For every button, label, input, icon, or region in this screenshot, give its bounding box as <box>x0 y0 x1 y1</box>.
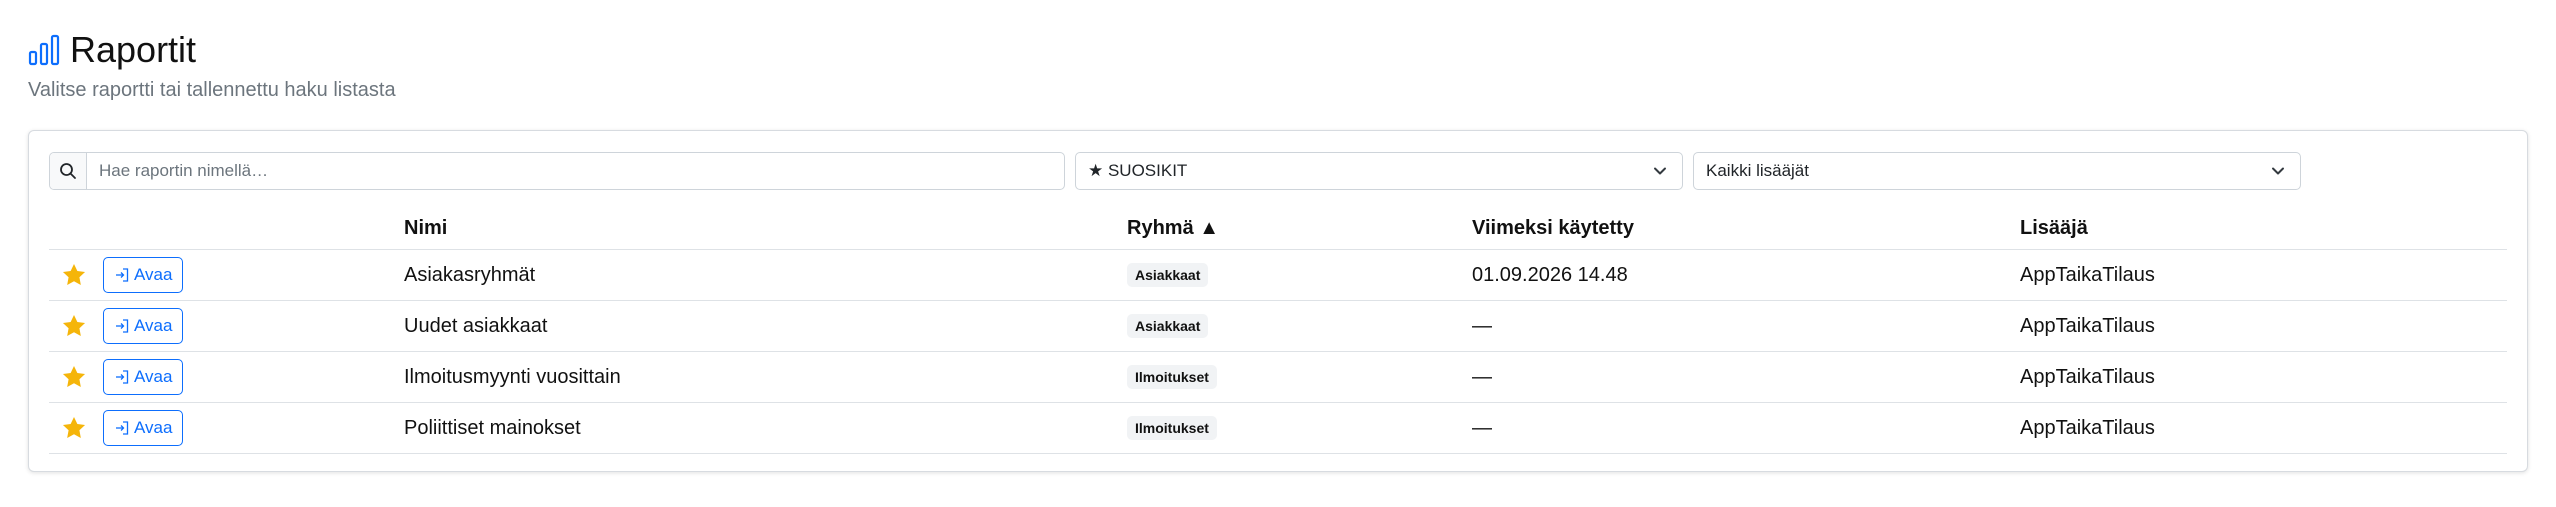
last-used: — <box>1472 365 1492 388</box>
report-name: Asiakasryhmät <box>404 263 536 286</box>
adder-select[interactable]: Kaikki lisääjät <box>1693 152 2301 190</box>
report-name: Ilmoitusmyynti vuosittain <box>404 365 621 388</box>
report-name: Poliittiset mainokset <box>404 416 581 439</box>
column-header-group[interactable]: Ryhmä ▲ <box>1127 217 1472 240</box>
page-subtitle: Valitse raportti tai tallennettu haku li… <box>28 79 396 101</box>
column-header-adder[interactable]: Lisääjä <box>2020 217 2507 240</box>
favorites-select-value: ★ SUOSIKIT <box>1088 161 1188 180</box>
open-button[interactable]: Avaa <box>103 359 184 395</box>
table-header: Nimi Ryhmä ▲ Viimeksi käytetty Lisääjä <box>49 207 2507 250</box>
open-button[interactable]: Avaa <box>103 257 184 293</box>
group-badge: Ilmoitukset <box>1127 416 1217 440</box>
chevron-down-icon <box>1654 167 1666 175</box>
group-cell: Ilmoitukset <box>1127 416 1472 440</box>
table-row: Avaa Asiakasryhmät Asiakkaat 01.09.2026 … <box>49 250 2507 301</box>
star-icon[interactable] <box>61 364 87 390</box>
group-badge: Asiakkaat <box>1127 263 1209 287</box>
sign-in-icon <box>116 421 129 435</box>
row-actions: Avaa <box>49 308 404 344</box>
open-button-label: Avaa <box>134 418 173 437</box>
search-icon-container <box>50 153 87 189</box>
sign-in-icon <box>116 370 129 384</box>
star-icon[interactable] <box>61 415 87 441</box>
star-icon[interactable] <box>61 262 87 288</box>
table-row: Avaa Poliittiset mainokset Ilmoitukset —… <box>49 403 2507 454</box>
row-actions: Avaa <box>49 359 404 395</box>
adder: AppTaikaTilaus <box>2020 263 2155 286</box>
adder: AppTaikaTilaus <box>2020 365 2155 388</box>
reports-table: Nimi Ryhmä ▲ Viimeksi käytetty Lisääjä A… <box>49 207 2507 454</box>
reports-card: ★ SUOSIKIT Kaikki lisääjät Nimi Ryhmä ▲ … <box>28 130 2528 472</box>
page-header: Raportit Valitse raportti tai tallennett… <box>28 28 396 102</box>
open-button-label: Avaa <box>134 265 173 284</box>
last-used: 01.09.2026 14.48 <box>1472 263 1628 286</box>
sign-in-icon <box>116 319 129 333</box>
adder-select-value: Kaikki lisääjät <box>1706 161 1809 180</box>
column-header-last-used[interactable]: Viimeksi käytetty <box>1472 217 2020 240</box>
search-box <box>49 152 1065 190</box>
filter-bar: ★ SUOSIKIT Kaikki lisääjät <box>49 152 2301 190</box>
search-input[interactable] <box>87 154 1064 188</box>
sign-in-icon <box>116 268 129 282</box>
row-actions: Avaa <box>49 257 404 293</box>
adder: AppTaikaTilaus <box>2020 314 2155 337</box>
last-used: — <box>1472 314 1492 337</box>
open-button-label: Avaa <box>134 367 173 386</box>
favorites-select[interactable]: ★ SUOSIKIT <box>1075 152 1683 190</box>
last-used: — <box>1472 416 1492 439</box>
group-badge: Ilmoitukset <box>1127 365 1217 389</box>
table-row: Avaa Ilmoitusmyynti vuosittain Ilmoituks… <box>49 352 2507 403</box>
star-icon[interactable] <box>61 313 87 339</box>
group-cell: Ilmoitukset <box>1127 365 1472 389</box>
report-name: Uudet asiakkaat <box>404 314 548 337</box>
group-badge: Asiakkaat <box>1127 314 1209 338</box>
open-button-label: Avaa <box>134 316 173 335</box>
search-icon <box>60 163 76 179</box>
open-button[interactable]: Avaa <box>103 308 184 344</box>
adder: AppTaikaTilaus <box>2020 416 2155 439</box>
bar-chart-icon <box>28 34 60 66</box>
title-row: Raportit <box>28 28 396 72</box>
page-title: Raportit <box>70 29 197 70</box>
chevron-down-icon <box>2272 167 2284 175</box>
group-cell: Asiakkaat <box>1127 263 1472 287</box>
open-button[interactable]: Avaa <box>103 410 184 446</box>
column-header-name[interactable]: Nimi <box>404 217 1127 240</box>
row-actions: Avaa <box>49 410 404 446</box>
group-cell: Asiakkaat <box>1127 314 1472 338</box>
table-row: Avaa Uudet asiakkaat Asiakkaat — AppTaik… <box>49 301 2507 352</box>
